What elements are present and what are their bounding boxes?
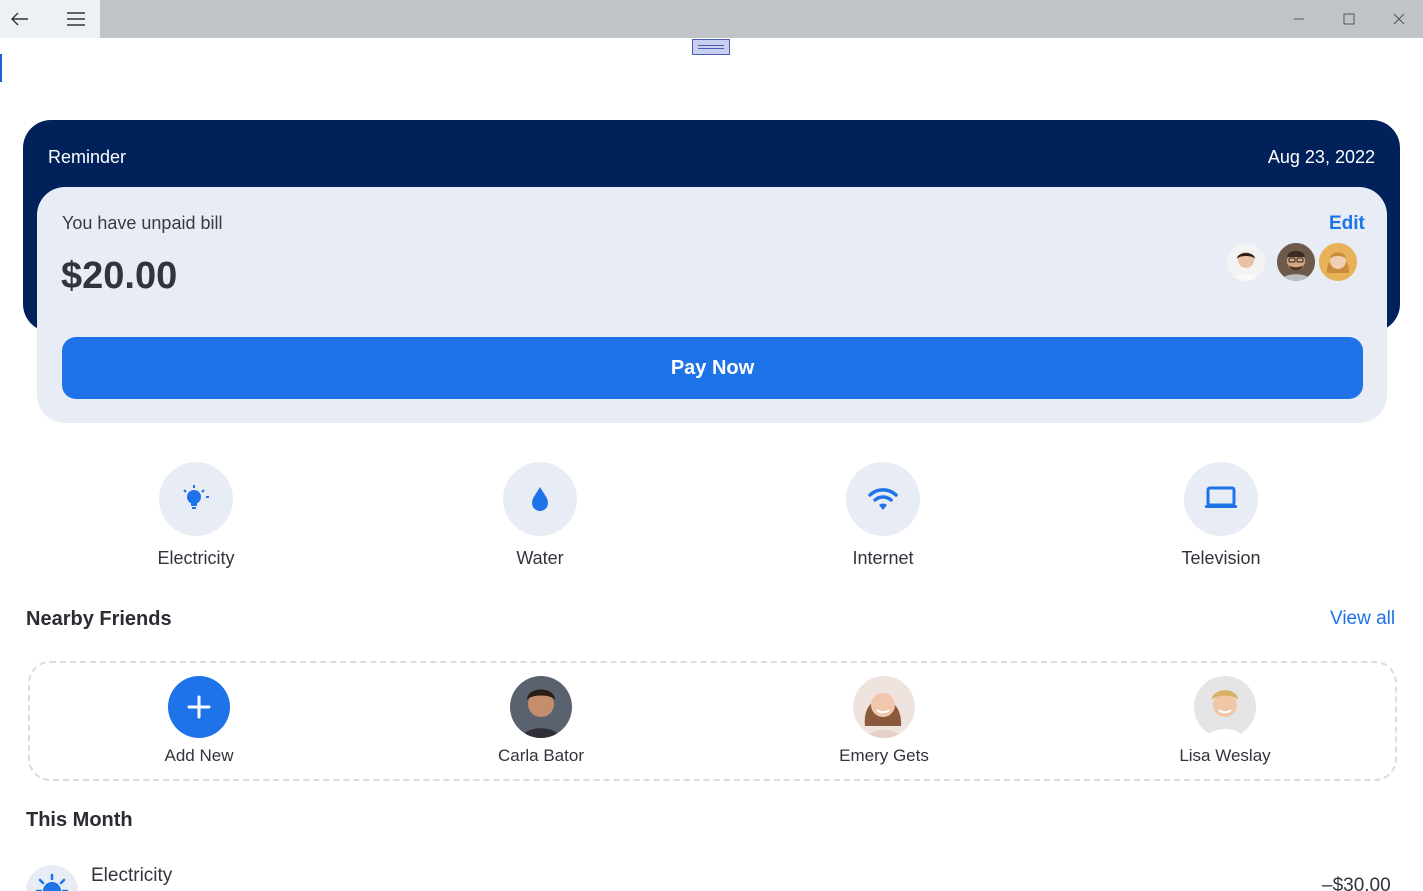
category-label: Television [1181,548,1261,568]
minimize-button[interactable] [1276,0,1322,38]
view-all-link[interactable]: View all [1330,608,1395,630]
category-internet[interactable]: Internet [803,462,963,569]
avatar [1317,241,1359,283]
water-drop-icon [532,487,548,511]
category-electricity[interactable]: Electricity [116,462,276,569]
avatar [1275,241,1317,283]
transaction-icon-circle [26,865,78,891]
maximize-icon [1343,13,1355,25]
maximize-button[interactable] [1326,0,1372,38]
minimize-icon [1294,18,1304,20]
arrow-left-icon [11,12,28,26]
focus-edge [0,54,2,82]
avatar [510,676,572,738]
hamburger-icon [67,12,85,26]
friend-label: Add New [164,746,234,765]
category-label: Water [516,548,564,568]
sun-icon [35,873,69,891]
friend-label: Emery Gets [839,746,929,765]
category-icon-circle [159,462,233,536]
this-month-title: This Month [26,809,133,831]
shared-with-avatars[interactable] [1225,241,1365,283]
category-label: Electricity [157,548,235,568]
friend-lisa-weslay[interactable]: Lisa Weslay [1145,676,1305,766]
friend-emery-gets[interactable]: Emery Gets [804,676,964,766]
friend-carla-bator[interactable]: Carla Bator [461,676,621,766]
avatar [1194,676,1256,738]
friend-label: Carla Bator [498,746,584,765]
plus-icon [187,695,211,719]
drag-handle[interactable] [692,39,730,55]
close-icon [1393,13,1405,25]
category-label: Internet [852,548,914,568]
add-new-friend-button[interactable]: Add New [119,676,279,766]
nearby-friends-title: Nearby Friends [26,608,172,630]
wifi-icon [868,488,898,510]
category-television[interactable]: Television [1141,462,1301,569]
category-water[interactable]: Water [460,462,620,569]
menu-button[interactable] [56,0,96,38]
bill-amount: $20.00 [61,255,178,297]
avatar [1225,241,1267,283]
add-circle [168,676,230,738]
reminder-title: Reminder [48,147,127,167]
category-icon-circle [846,462,920,536]
category-icon-circle [503,462,577,536]
category-icon-circle [1184,462,1258,536]
pay-now-button[interactable]: Pay Now [62,337,1363,399]
unpaid-bill-message: You have unpaid bill [62,213,223,233]
avatar [853,676,915,738]
back-button[interactable] [0,0,40,38]
monitor-icon [1205,486,1237,508]
transaction-amount: –$30.00 [1322,875,1391,891]
friend-label: Lisa Weslay [1179,746,1271,765]
reminder-date: Aug 23, 2022 [1267,147,1375,167]
close-button[interactable] [1376,0,1422,38]
title-bar [0,0,1423,38]
transaction-name: Electricity [91,865,173,886]
edit-link[interactable]: Edit [1329,213,1365,235]
lightbulb-icon [183,485,209,509]
